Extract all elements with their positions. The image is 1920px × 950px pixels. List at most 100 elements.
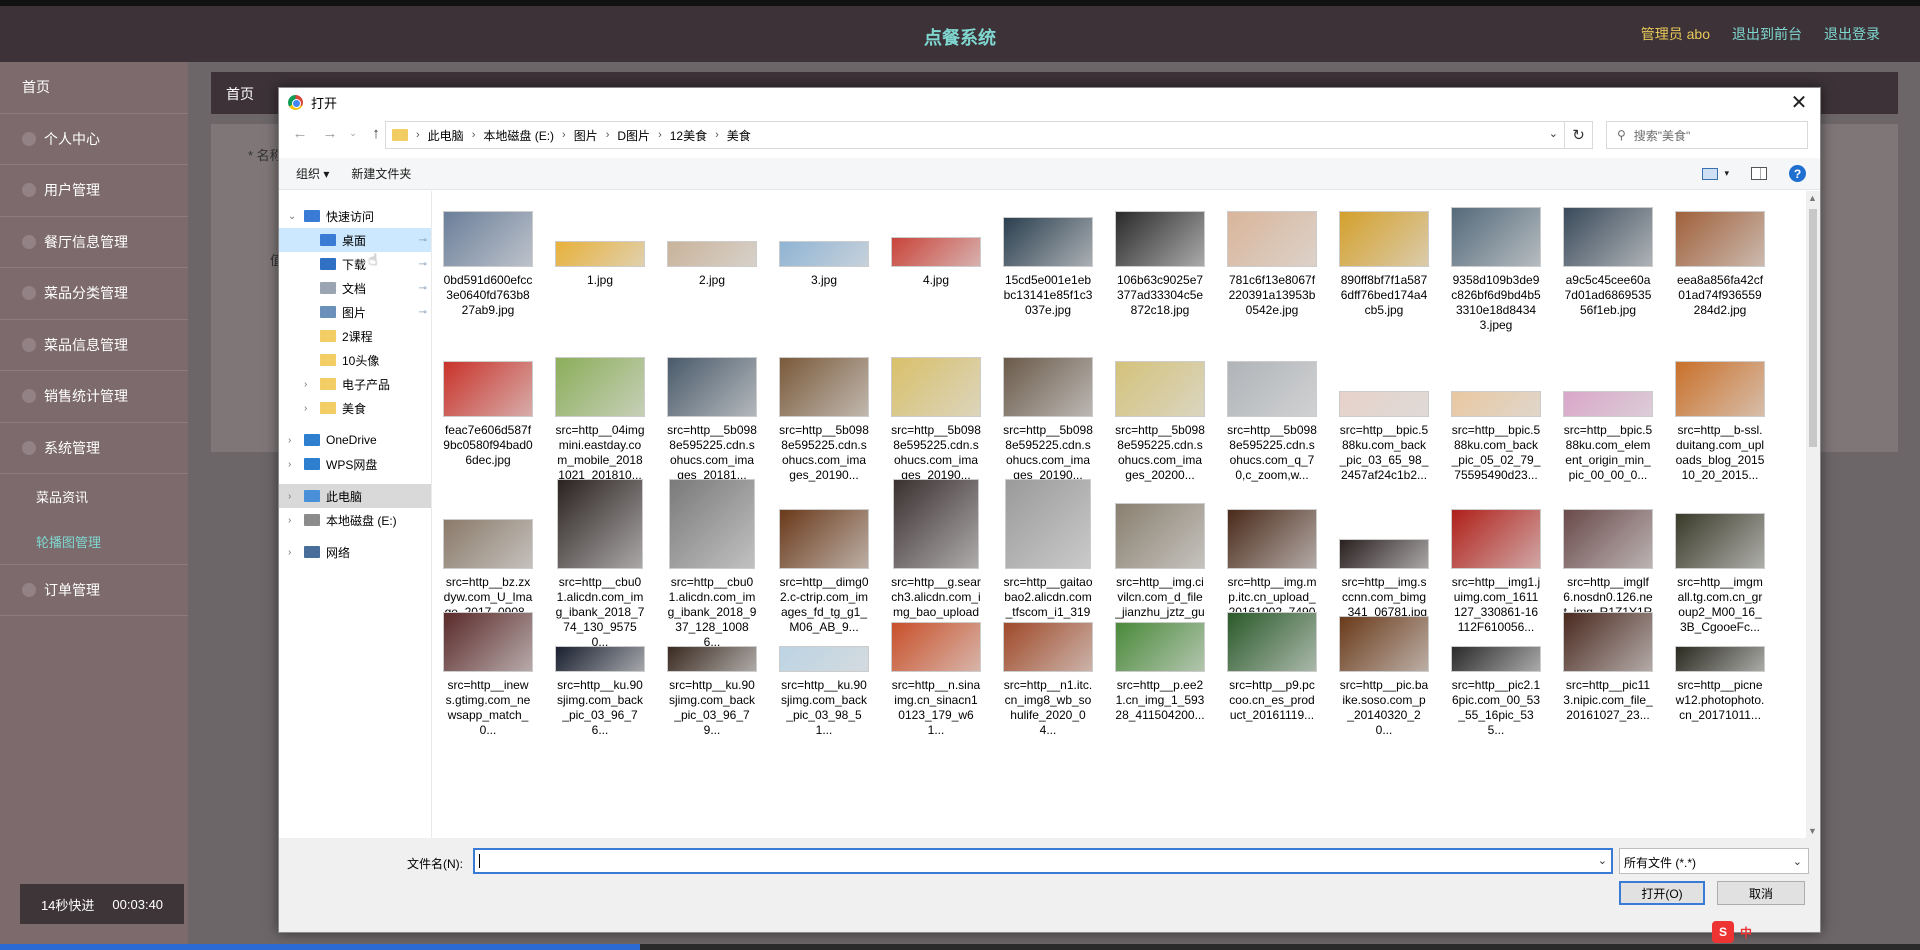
- file-item[interactable]: src=http__5b0988e595225.cdn.sohucs.com_i…: [1002, 357, 1094, 483]
- file-item[interactable]: 1.jpg: [554, 207, 646, 288]
- pin-icon[interactable]: ⊸: [419, 283, 427, 294]
- filename-input[interactable]: ⌄: [473, 848, 1613, 874]
- sidebar-subitem-carousel[interactable]: 轮播图管理: [0, 519, 188, 564]
- file-item[interactable]: src=http__bpic.588ku.com_element_origin_…: [1562, 357, 1654, 483]
- file-item[interactable]: src=http__pic113.nipic.com_file_20161027…: [1562, 612, 1654, 723]
- file-item[interactable]: src=http__pic.baike.soso.com_p_20140320_…: [1338, 612, 1430, 738]
- chevron-right-icon[interactable]: ›: [304, 403, 314, 414]
- back-arrow-icon[interactable]: ←: [287, 125, 313, 142]
- file-item[interactable]: 15cd5e001e1ebbc13141e85f1c3037e.jpg: [1002, 207, 1094, 318]
- chevron-right-icon[interactable]: ›: [288, 435, 298, 446]
- path-segment[interactable]: 本地磁盘 (E:) ›: [483, 127, 565, 144]
- path-segment[interactable]: 美食: [727, 127, 751, 144]
- forward-arrow-icon[interactable]: →: [317, 125, 343, 142]
- file-item[interactable]: src=http__inews.gtimg.com_newsapp_match_…: [442, 612, 534, 738]
- sidebar-item-orders[interactable]: 订单管理: [0, 564, 188, 616]
- sogou-ime-icon[interactable]: S: [1712, 921, 1734, 943]
- sidebar-subitem-news[interactable]: 菜品资讯: [0, 474, 188, 519]
- breadcrumb-home[interactable]: 首页: [226, 86, 254, 102]
- file-item[interactable]: feac7e606d587f9bc0580f94bad06dec.jpg: [442, 357, 534, 468]
- scrollbar[interactable]: ▲ ▼: [1806, 191, 1820, 838]
- file-item[interactable]: src=http__ku.90sjimg.com_back_pic_03_96_…: [666, 612, 758, 738]
- scroll-thumb[interactable]: [1809, 209, 1817, 447]
- chevron-down-icon[interactable]: ⌄: [1598, 854, 1607, 867]
- nav-item-this-pc[interactable]: › 此电脑: [279, 484, 431, 508]
- path-segment[interactable]: 12美食 ›: [670, 127, 719, 144]
- playback-timer[interactable]: 14秒快进 00:03:40: [20, 884, 184, 924]
- pin-icon[interactable]: ⊸: [419, 259, 427, 270]
- file-item[interactable]: 0bd591d600efcc3e0640fd763b827ab9.jpg: [442, 207, 534, 318]
- video-progress-bar[interactable]: [0, 944, 1920, 950]
- nav-item-onedrive[interactable]: › OneDrive: [279, 428, 431, 452]
- view-options[interactable]: ▾: [1702, 167, 1729, 180]
- chevron-right-icon[interactable]: ›: [288, 459, 298, 470]
- pin-icon[interactable]: ⊸: [419, 235, 427, 246]
- file-item[interactable]: src=http__ku.90sjimg.com_back_pic_03_98_…: [778, 612, 870, 738]
- file-item[interactable]: src=http__n.sinaimg.cn_sinacn10123_179_w…: [890, 612, 982, 738]
- file-item[interactable]: src=http__p.ee21.cn_img_1_59328_41150420…: [1114, 612, 1206, 723]
- nav-item-local-disk-e[interactable]: › 本地磁盘 (E:): [279, 508, 431, 532]
- chevron-right-icon[interactable]: ›: [288, 491, 298, 502]
- file-item[interactable]: src=http__5b0988e595225.cdn.sohucs.com_i…: [890, 357, 982, 483]
- file-item[interactable]: 3.jpg: [778, 207, 870, 288]
- nav-item-electronics[interactable]: › 电子产品: [279, 372, 431, 396]
- chevron-right-icon[interactable]: ›: [304, 379, 314, 390]
- nav-item-downloads[interactable]: 下载 ⊸: [279, 252, 431, 276]
- chevron-down-icon[interactable]: ⌄: [288, 211, 298, 222]
- recent-dropdown-icon[interactable]: ⌄: [347, 128, 359, 139]
- help-icon[interactable]: ?: [1789, 165, 1806, 182]
- address-bar[interactable]: › 此电脑 › 本地磁盘 (E:) › 图片 › D图片 › 12美食 › 美食 ⌄: [385, 121, 1565, 149]
- file-item[interactable]: src=http__ku.90sjimg.com_back_pic_03_96_…: [554, 612, 646, 738]
- logout-link[interactable]: 退出登录: [1824, 24, 1880, 44]
- path-segment[interactable]: D图片 ›: [617, 127, 661, 144]
- filetype-select[interactable]: 所有文件 (*.*) ⌄: [1619, 848, 1809, 874]
- nav-item-network[interactable]: › 网络: [279, 540, 431, 564]
- chevron-right-icon[interactable]: ›: [288, 547, 298, 558]
- file-item[interactable]: src=http__picnew12.photophoto.cn_2017101…: [1674, 612, 1766, 723]
- scroll-up-icon[interactable]: ▲: [1808, 193, 1817, 203]
- sidebar-item-system[interactable]: 系统管理: [0, 423, 188, 474]
- file-item[interactable]: a9c5c45cee60a7d01ad686953556f1eb.jpg: [1562, 207, 1654, 318]
- path-segment[interactable]: 图片 ›: [574, 127, 610, 144]
- nav-item-quick-access[interactable]: ⌄ 快速访问: [279, 204, 431, 228]
- file-item[interactable]: src=http__04imgmini.eastday.com_mobile_2…: [554, 357, 646, 483]
- scroll-down-icon[interactable]: ▼: [1808, 826, 1817, 836]
- exit-to-front-link[interactable]: 退出到前台: [1732, 24, 1802, 44]
- file-item[interactable]: 9358d109b3de9c826bf6d9bd4b53310e18d84343…: [1450, 207, 1542, 333]
- pin-icon[interactable]: ⊸: [419, 307, 427, 318]
- file-item[interactable]: 2.jpg: [666, 207, 758, 288]
- file-item[interactable]: src=http__5b0988e595225.cdn.sohucs.com_i…: [666, 357, 758, 483]
- sidebar-item-sales[interactable]: 销售统计管理: [0, 371, 188, 423]
- file-item[interactable]: src=http__5b0988e595225.cdn.sohucs.com_i…: [778, 357, 870, 483]
- nav-item-documents[interactable]: 文档 ⊸: [279, 276, 431, 300]
- nav-item-course[interactable]: 2课程: [279, 324, 431, 348]
- file-item[interactable]: 781c6f13e8067f220391a13953b0542e.jpg: [1226, 207, 1318, 318]
- nav-item-pictures[interactable]: 图片 ⊸: [279, 300, 431, 324]
- path-segment[interactable]: 此电脑 ›: [428, 127, 476, 144]
- cancel-button[interactable]: 取消: [1717, 881, 1805, 905]
- ime-language[interactable]: 中: [1740, 924, 1752, 941]
- new-folder-button[interactable]: 新建文件夹: [351, 165, 411, 182]
- search-input[interactable]: ⚲ 搜索"美食": [1606, 121, 1808, 149]
- sidebar-item-restaurant[interactable]: 餐厅信息管理: [0, 217, 188, 268]
- sidebar-item-dish-info[interactable]: 菜品信息管理: [0, 320, 188, 371]
- chevron-right-icon[interactable]: ›: [288, 515, 298, 526]
- nav-item-avatars[interactable]: 10头像: [279, 348, 431, 372]
- file-item[interactable]: 890ff8bf7f1a5876dff76bed174a4cb5.jpg: [1338, 207, 1430, 318]
- file-item[interactable]: src=http__bpic.588ku.com_back_pic_03_65_…: [1338, 357, 1430, 483]
- file-item[interactable]: src=http__p9.pccoo.cn_es_product_2016111…: [1226, 612, 1318, 723]
- nav-item-wps-cloud[interactable]: › WPS网盘: [279, 452, 431, 476]
- file-item[interactable]: src=http__n1.itc.cn_img8_wb_sohulife_202…: [1002, 612, 1094, 738]
- nav-item-food[interactable]: › 美食: [279, 396, 431, 420]
- close-icon[interactable]: ✕: [1786, 90, 1812, 115]
- nav-item-desktop[interactable]: 桌面 ⊸: [279, 228, 431, 252]
- organize-menu[interactable]: 组织 ▾: [296, 165, 329, 182]
- refresh-icon[interactable]: ↻: [1565, 121, 1593, 149]
- file-item[interactable]: src=http__5b0988e595225.cdn.sohucs.com_q…: [1226, 357, 1318, 483]
- sidebar-item-profile[interactable]: 个人中心: [0, 114, 188, 165]
- file-item[interactable]: src=http__b-ssl.duitang.com_uploads_blog…: [1674, 357, 1766, 483]
- file-item[interactable]: src=http__bpic.588ku.com_back_pic_05_02_…: [1450, 357, 1542, 483]
- chevron-down-icon[interactable]: ⌄: [1549, 127, 1558, 140]
- file-item[interactable]: 4.jpg: [890, 207, 982, 288]
- file-item[interactable]: src=http__5b0988e595225.cdn.sohucs.com_i…: [1114, 357, 1206, 483]
